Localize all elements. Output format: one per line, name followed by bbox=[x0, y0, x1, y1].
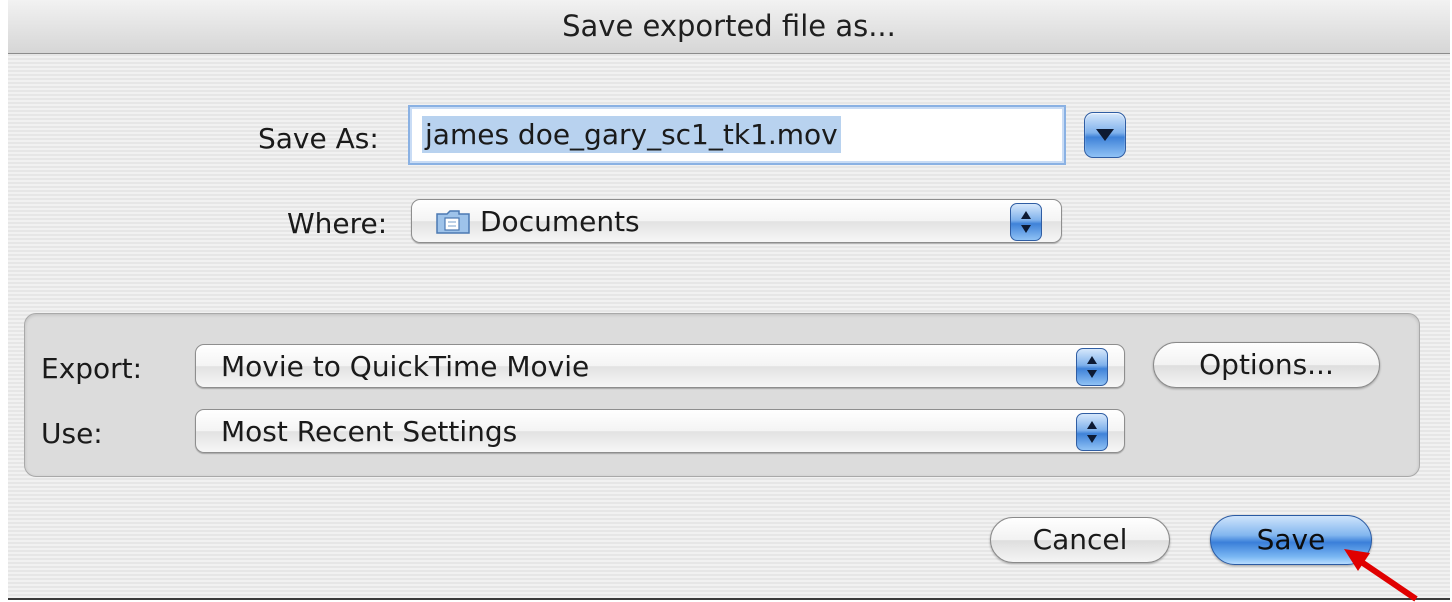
save-as-label: Save As: bbox=[258, 122, 379, 155]
use-label: Use: bbox=[41, 417, 103, 450]
chevron-down-icon bbox=[1096, 129, 1114, 141]
where-label: Where: bbox=[287, 207, 388, 240]
export-options-group: Export: Movie to QuickTime Movie Options… bbox=[24, 313, 1420, 477]
where-stepper[interactable] bbox=[1010, 203, 1042, 241]
export-popup[interactable]: Movie to QuickTime Movie bbox=[195, 344, 1125, 388]
export-value: Movie to QuickTime Movie bbox=[221, 350, 590, 383]
save-as-field[interactable]: james doe_gary_sc1_tk1.mov bbox=[408, 105, 1066, 165]
cancel-button[interactable]: Cancel bbox=[990, 517, 1170, 563]
save-as-value: james doe_gary_sc1_tk1.mov bbox=[422, 116, 841, 153]
annotation-arrow-icon bbox=[1344, 549, 1418, 602]
title-bar[interactable]: Save exported file as... bbox=[8, 0, 1450, 54]
options-button[interactable]: Options... bbox=[1153, 342, 1380, 388]
up-down-arrows-icon bbox=[1021, 211, 1031, 233]
up-down-arrows-icon bbox=[1087, 356, 1097, 378]
save-dialog: Save exported file as... Save As: james … bbox=[8, 0, 1450, 600]
export-stepper[interactable] bbox=[1076, 348, 1108, 386]
where-value: Documents bbox=[480, 205, 640, 238]
use-value: Most Recent Settings bbox=[221, 415, 518, 448]
use-popup[interactable]: Most Recent Settings bbox=[195, 409, 1125, 453]
folder-icon bbox=[436, 210, 470, 234]
up-down-arrows-icon bbox=[1087, 421, 1097, 443]
expand-browser-button[interactable] bbox=[1084, 112, 1126, 158]
export-label: Export: bbox=[41, 352, 143, 385]
use-stepper[interactable] bbox=[1076, 413, 1108, 451]
dialog-title: Save exported file as... bbox=[562, 9, 896, 43]
where-popup[interactable]: Documents bbox=[411, 199, 1062, 243]
